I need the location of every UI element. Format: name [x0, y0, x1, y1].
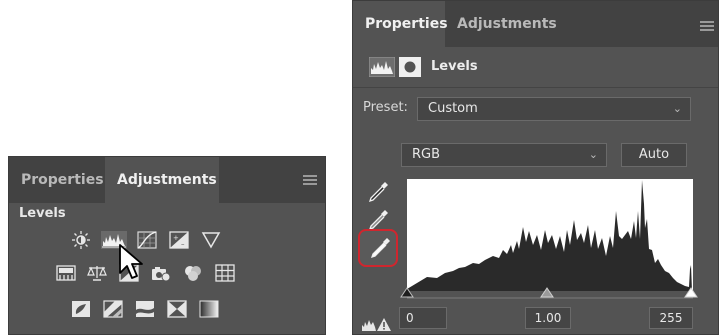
black-point-eyedropper-icon[interactable]: [365, 179, 391, 205]
threshold-icon[interactable]: [135, 300, 155, 318]
tab-adjustments[interactable]: Adjustments: [105, 157, 219, 203]
gamma-handle: [540, 287, 554, 298]
layer-mask-icon[interactable]: [399, 57, 421, 77]
posterize-icon[interactable]: [103, 300, 123, 318]
adjustments-panel: Properties Adjustments Levels + –: [8, 156, 326, 335]
adjustments-tab-bar: Properties Adjustments: [9, 157, 325, 203]
white-point-eyedropper-icon[interactable]: [367, 235, 393, 261]
adjustment-title: Levels: [431, 59, 478, 74]
svg-text:+: +: [173, 234, 179, 242]
preset-dropdown[interactable]: Custom ⌄: [417, 97, 691, 121]
svg-text:–: –: [181, 240, 185, 248]
color-balance-icon[interactable]: [87, 264, 107, 282]
channel-dropdown[interactable]: RGB ⌄: [401, 143, 607, 167]
exposure-icon[interactable]: + –: [169, 231, 189, 249]
black-point-handle: [400, 287, 414, 298]
adjustment-header: Levels: [353, 47, 718, 88]
section-title: Levels: [19, 206, 66, 221]
histogram: [407, 179, 693, 291]
selective-color-icon[interactable]: [167, 300, 187, 318]
preset-label: Preset:: [363, 100, 408, 115]
hue-saturation-icon[interactable]: [56, 264, 76, 282]
channel-mixer-icon[interactable]: [183, 264, 203, 282]
input-gamma-field[interactable]: 1.00: [525, 307, 571, 329]
histogram-graph: [407, 180, 692, 291]
vibrance-icon[interactable]: [201, 231, 221, 249]
clipping-warning-icon[interactable]: [361, 315, 393, 333]
tab-properties[interactable]: Properties: [9, 157, 105, 203]
chevron-down-icon: ⌄: [672, 102, 682, 115]
panel-menu-icon[interactable]: [303, 175, 317, 187]
white-point-handle: [684, 287, 698, 298]
properties-tab-bar: Properties Adjustments: [353, 1, 718, 47]
levels-icon[interactable]: [369, 57, 395, 77]
mouse-cursor-icon: [119, 244, 143, 279]
gradient-map-icon[interactable]: [199, 300, 219, 318]
input-black-field[interactable]: 0: [399, 307, 447, 329]
channel-value: RGB: [412, 147, 441, 162]
auto-button[interactable]: Auto: [621, 143, 687, 167]
chevron-down-icon: ⌄: [588, 148, 598, 161]
brightness-contrast-icon[interactable]: [71, 231, 91, 249]
input-levels-slider[interactable]: [393, 285, 703, 301]
preset-value: Custom: [428, 101, 478, 116]
panel-menu-icon[interactable]: [700, 21, 714, 33]
tab-adjustments[interactable]: Adjustments: [445, 1, 557, 47]
invert-icon[interactable]: [71, 300, 91, 318]
properties-panel: Properties Adjustments Levels Preset: Cu…: [352, 0, 719, 335]
input-white-field[interactable]: 255: [649, 307, 693, 329]
tab-properties[interactable]: Properties: [353, 1, 448, 47]
photo-filter-icon[interactable]: [151, 264, 171, 282]
color-lookup-icon[interactable]: [215, 264, 235, 282]
